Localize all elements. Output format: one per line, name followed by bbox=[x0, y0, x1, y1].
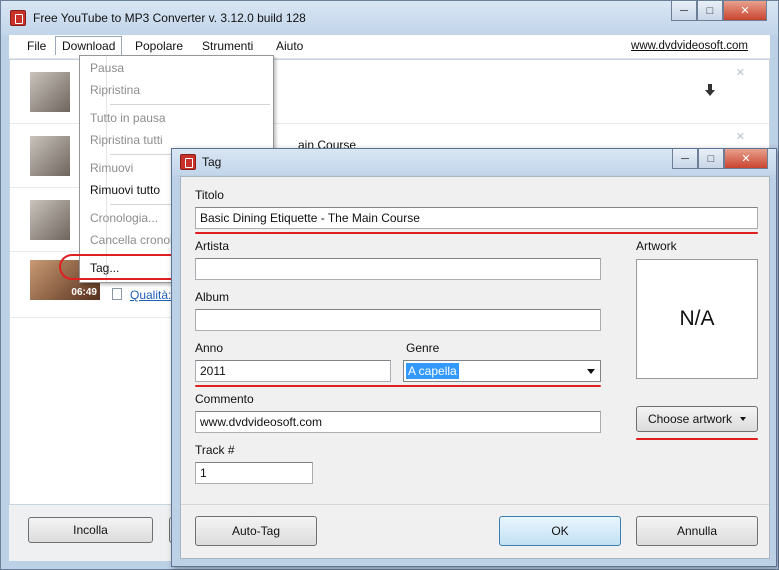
artwork-placeholder: N/A bbox=[679, 307, 715, 330]
video-thumbnail bbox=[30, 200, 70, 240]
dropdown-arrow-icon bbox=[740, 417, 747, 421]
tag-dialog-body: Titolo Basic Dining Etiquette - The Main… bbox=[180, 176, 770, 559]
album-label: Album bbox=[195, 290, 230, 304]
menu-item-rimuovi-tutto[interactable]: Rimuovi tutto bbox=[90, 183, 160, 197]
app-icon bbox=[10, 10, 26, 26]
menu-item-rimuovi: Rimuovi bbox=[90, 161, 134, 175]
download-arrow-icon[interactable] bbox=[704, 84, 716, 96]
quality-link[interactable]: Qualità: bbox=[130, 288, 171, 302]
menu-item-cancella-cronologia: Cancella cronol bbox=[90, 233, 173, 247]
anno-label: Anno bbox=[195, 341, 224, 355]
titolo-label: Titolo bbox=[195, 188, 224, 202]
minimize-icon[interactable]: ─ bbox=[671, 1, 697, 21]
menu-aiuto[interactable]: Aiuto bbox=[276, 39, 303, 53]
track-label: Track # bbox=[195, 443, 235, 457]
genre-label: Genre bbox=[406, 341, 440, 355]
artwork-label: Artwork bbox=[636, 239, 677, 253]
menu-item-pausa: Pausa bbox=[90, 61, 125, 75]
main-title-bar[interactable]: Free YouTube to MP3 Converter v. 3.12.0 … bbox=[1, 1, 778, 35]
menu-popolare[interactable]: Popolare bbox=[135, 39, 183, 53]
anno-genre-annotation-underline bbox=[195, 385, 601, 387]
site-link[interactable]: www.dvdvideosoft.com bbox=[631, 40, 748, 52]
album-input[interactable] bbox=[195, 309, 601, 331]
dialog-footer: Auto-Tag OK Annulla bbox=[181, 504, 769, 558]
titolo-input[interactable]: Basic Dining Etiquette - The Main Course bbox=[195, 207, 758, 229]
genre-select[interactable]: A capella bbox=[403, 360, 601, 382]
dialog-window-controls: ─ □ ✕ bbox=[672, 149, 768, 169]
anno-input[interactable]: 2011 bbox=[195, 360, 391, 382]
menu-item-cronologia: Cronologia... bbox=[90, 211, 159, 225]
titolo-annotation-underline bbox=[195, 232, 758, 234]
artista-label: Artista bbox=[195, 239, 230, 253]
choose-artwork-label: Choose artwork bbox=[647, 412, 733, 426]
window-controls: ─ □ ✕ bbox=[671, 1, 767, 21]
dialog-title: Tag bbox=[202, 155, 222, 169]
chevron-down-icon[interactable] bbox=[587, 369, 595, 374]
auto-tag-button[interactable]: Auto-Tag bbox=[195, 516, 317, 546]
menu-item-ripristina-tutti: Ripristina tutti bbox=[90, 133, 163, 147]
menu-item-ripristina: Ripristina bbox=[90, 83, 141, 97]
remove-item-icon[interactable]: ✕ bbox=[736, 66, 745, 79]
maximize-icon[interactable]: □ bbox=[697, 1, 723, 21]
ok-button[interactable]: OK bbox=[499, 516, 621, 546]
document-icon bbox=[112, 288, 122, 300]
tag-dialog-title-bar[interactable]: Tag ─ □ ✕ bbox=[172, 149, 776, 175]
video-duration: 06:49 bbox=[71, 287, 97, 298]
remove-item-icon[interactable]: ✕ bbox=[736, 130, 745, 143]
menu-download[interactable]: Download bbox=[55, 36, 123, 55]
window-title: Free YouTube to MP3 Converter v. 3.12.0 … bbox=[33, 11, 306, 25]
artista-input[interactable] bbox=[195, 258, 601, 280]
menu-file[interactable]: File bbox=[27, 39, 46, 53]
dialog-app-icon bbox=[180, 154, 196, 170]
video-thumbnail bbox=[30, 72, 70, 112]
dialog-minimize-icon[interactable]: ─ bbox=[672, 149, 698, 169]
video-thumbnail bbox=[30, 136, 70, 176]
menu-separator bbox=[110, 104, 270, 105]
tag-dialog: Tag ─ □ ✕ Titolo Basic Dining Etiquette … bbox=[171, 148, 777, 567]
dialog-maximize-icon[interactable]: □ bbox=[698, 149, 724, 169]
dialog-close-icon[interactable]: ✕ bbox=[724, 149, 768, 169]
track-input[interactable]: 1 bbox=[195, 462, 313, 484]
genre-selected-value: A capella bbox=[406, 363, 459, 379]
annulla-button[interactable]: Annulla bbox=[636, 516, 758, 546]
commento-label: Commento bbox=[195, 392, 254, 406]
artwork-preview: N/A bbox=[636, 259, 758, 379]
menu-item-tutto-in-pausa: Tutto in pausa bbox=[90, 111, 166, 125]
paste-button[interactable]: Incolla bbox=[28, 517, 153, 543]
close-icon[interactable]: ✕ bbox=[723, 1, 767, 21]
menu-strumenti[interactable]: Strumenti bbox=[202, 39, 253, 53]
commento-input[interactable]: www.dvdvideosoft.com bbox=[195, 411, 601, 433]
artwork-annotation-underline bbox=[636, 438, 758, 440]
choose-artwork-button[interactable]: Choose artwork bbox=[636, 406, 758, 432]
